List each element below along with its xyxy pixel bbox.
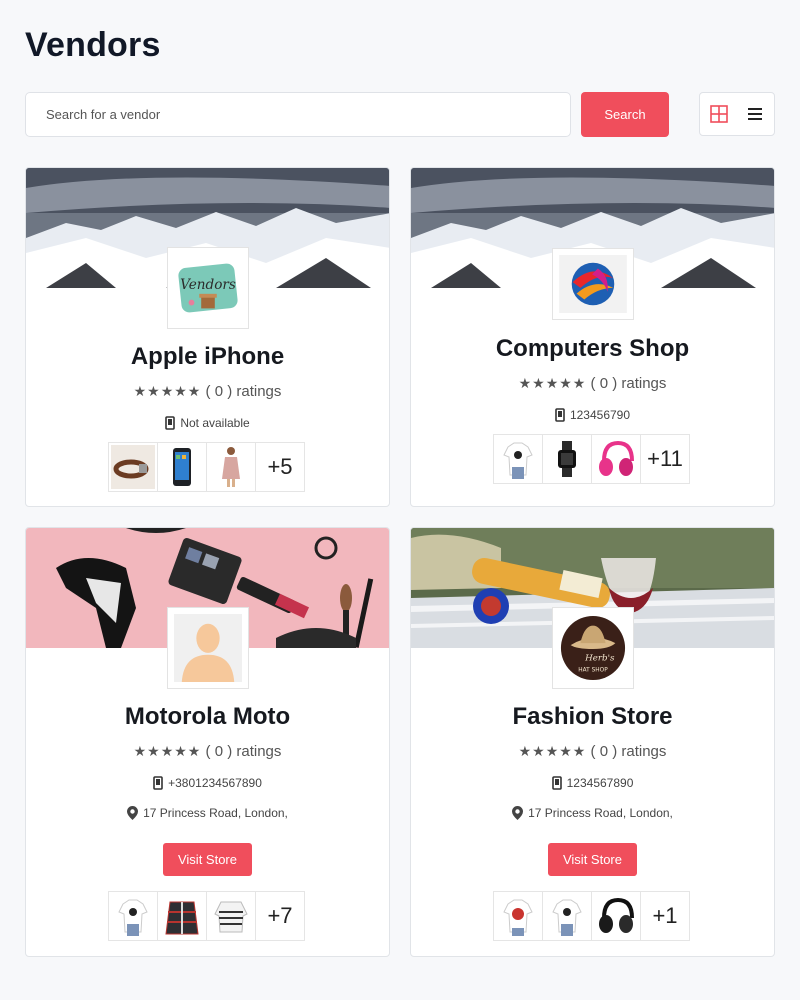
printed-tshirt-image: [503, 899, 533, 936]
more-products-count[interactable]: +5: [255, 442, 305, 492]
rating-stars: ★★★★★: [518, 375, 587, 391]
vendor-rating: ★★★★★ ( 0 ) ratings: [26, 743, 389, 760]
product-thumbnails: +1: [493, 891, 690, 941]
tshirt-image: [552, 899, 582, 936]
visit-store-button[interactable]: Visit Store: [548, 843, 637, 876]
vendor-name[interactable]: Apple iPhone: [26, 343, 389, 371]
phone-text: Not available: [180, 416, 250, 430]
address-text: 17 Princess Road, London,: [143, 806, 288, 820]
product-thumb[interactable]: [206, 891, 256, 941]
product-thumbnails: +11: [493, 434, 690, 484]
vendor-address: 17 Princess Road, London,: [411, 806, 774, 820]
vendor-card[interactable]: Herb's HAT SHOP Fashion Store ★★★★★ ( 0 …: [410, 527, 775, 957]
smartwatch-image: [558, 441, 576, 477]
phone-text: +3801234567890: [168, 776, 262, 790]
product-thumb[interactable]: [591, 891, 641, 941]
search-button[interactable]: Search: [581, 92, 669, 137]
rating-count: ( 0 ) ratings: [205, 383, 282, 400]
phone-icon: [555, 408, 565, 422]
vendor-logo: [167, 607, 249, 689]
rating-count: ( 0 ) ratings: [590, 375, 667, 392]
plaid-jacket-image: [165, 901, 199, 935]
vendor-logo: Vendors: [167, 247, 249, 329]
hat-shop-logo-subtitle: HAT SHOP: [578, 667, 608, 673]
hat-shop-logo-title: Herb's: [584, 654, 615, 664]
product-thumb[interactable]: [157, 442, 207, 492]
vendor-rating: ★★★★★ ( 0 ) ratings: [411, 743, 774, 760]
rating-stars: ★★★★★: [133, 383, 202, 399]
location-pin-icon: [127, 806, 139, 820]
dress-image: [222, 447, 240, 487]
product-thumb[interactable]: [493, 434, 543, 484]
phone-icon: [153, 776, 163, 790]
product-thumbnails: +5: [108, 442, 305, 492]
grid-icon: [710, 105, 728, 123]
address-text: 17 Princess Road, London,: [528, 806, 673, 820]
headphones-image: [599, 897, 634, 933]
vendor-phone: 1234567890: [411, 776, 774, 790]
list-view-button[interactable]: [742, 101, 768, 127]
phone-text: 1234567890: [566, 776, 634, 790]
phone-icon: [165, 416, 176, 430]
list-icon: [748, 108, 762, 120]
location-pin-icon: [512, 806, 524, 820]
vendor-phone: +3801234567890: [26, 776, 389, 790]
vendor-phone: Not available: [26, 416, 389, 430]
rating-count: ( 0 ) ratings: [590, 743, 667, 760]
product-thumb[interactable]: [157, 891, 207, 941]
product-thumb[interactable]: [206, 442, 256, 492]
vendor-name[interactable]: Computers Shop: [411, 335, 774, 363]
product-thumbnails: +7: [108, 891, 305, 941]
product-thumb[interactable]: [108, 891, 158, 941]
vendor-phone: 123456790: [411, 408, 774, 422]
vendor-name[interactable]: Fashion Store: [411, 703, 774, 731]
product-thumb[interactable]: [542, 434, 592, 484]
view-toggle: [699, 92, 775, 136]
vendor-address: 17 Princess Road, London,: [26, 806, 389, 820]
belt-image: [111, 445, 155, 489]
striped-sweater-image: [214, 901, 248, 933]
product-thumb[interactable]: [493, 891, 543, 941]
vendor-logo: Herb's HAT SHOP: [552, 607, 634, 689]
vendors-logo-text: Vendors: [180, 277, 236, 293]
product-thumb[interactable]: [108, 442, 158, 492]
more-products-count[interactable]: +11: [640, 434, 690, 484]
visit-store-button[interactable]: Visit Store: [163, 843, 252, 876]
grid-view-button[interactable]: [706, 101, 732, 127]
page-title: Vendors: [25, 26, 161, 64]
vendor-rating: ★★★★★ ( 0 ) ratings: [26, 383, 389, 400]
product-thumb[interactable]: [591, 434, 641, 484]
smartphone-image: [173, 448, 191, 486]
more-products-count[interactable]: +1: [640, 891, 690, 941]
vendor-rating: ★★★★★ ( 0 ) ratings: [411, 375, 774, 392]
vendor-name[interactable]: Motorola Moto: [26, 703, 389, 731]
product-thumb[interactable]: [542, 891, 592, 941]
tshirt-image: [503, 442, 533, 479]
tshirt-image: [118, 899, 148, 936]
vendor-card[interactable]: Motorola Moto ★★★★★ ( 0 ) ratings +38012…: [25, 527, 390, 957]
rating-count: ( 0 ) ratings: [205, 743, 282, 760]
vendor-card[interactable]: Computers Shop ★★★★★ ( 0 ) ratings 12345…: [410, 167, 775, 507]
rating-stars: ★★★★★: [133, 743, 202, 759]
avatar-placeholder-icon: [174, 614, 242, 682]
phone-text: 123456790: [569, 408, 631, 422]
rating-stars: ★★★★★: [518, 743, 587, 759]
vendor-logo: [552, 248, 634, 320]
phone-icon: [551, 776, 562, 790]
search-input[interactable]: [25, 92, 571, 137]
headphones-image: [599, 440, 634, 476]
more-products-count[interactable]: +7: [255, 891, 305, 941]
vendor-card[interactable]: Vendors Apple iPhone ★★★★★ ( 0 ) ratings…: [25, 167, 390, 507]
